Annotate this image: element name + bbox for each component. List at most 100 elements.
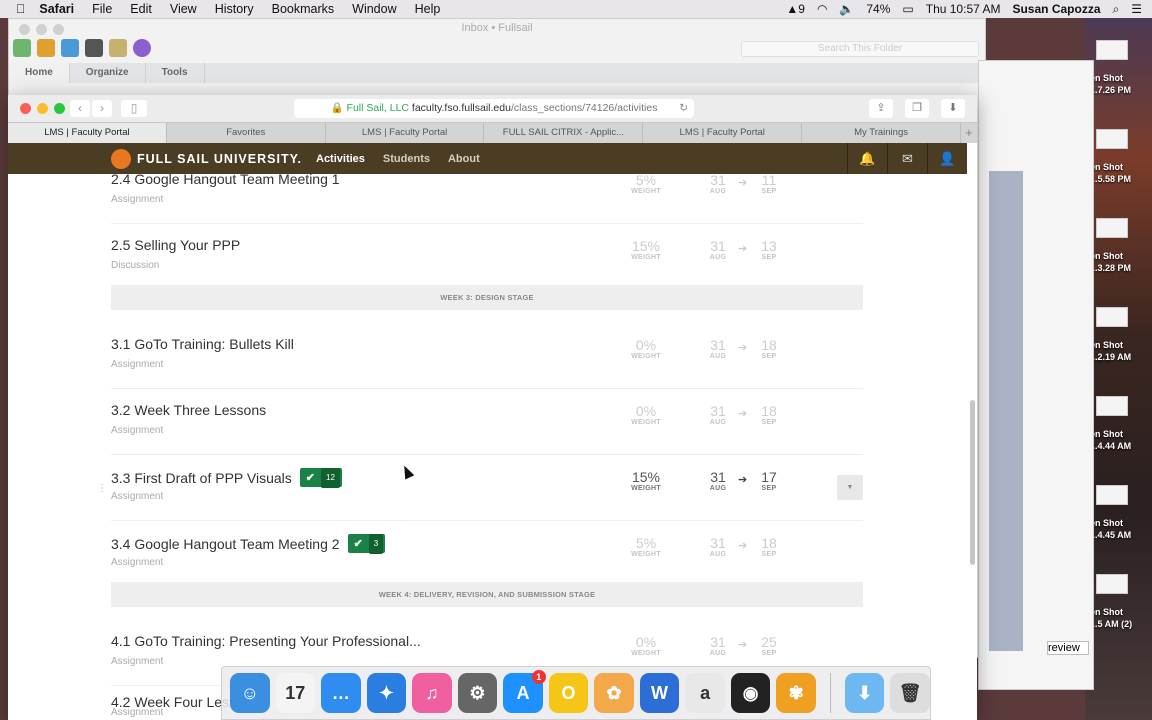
- minimize-window-button[interactable]: [37, 103, 48, 114]
- menu-window[interactable]: Window: [352, 2, 396, 16]
- notification-center-icon[interactable]: ☰: [1131, 2, 1142, 16]
- adobe-icon[interactable]: ▲9: [786, 2, 805, 16]
- browser-tab[interactable]: FULL SAIL CITRIX - Applic...: [484, 123, 644, 143]
- screenshot-thumbnail[interactable]: [1096, 218, 1128, 238]
- browser-tab[interactable]: My Trainings: [802, 123, 961, 143]
- dock-outlook[interactable]: O: [548, 673, 589, 713]
- apple-menu-icon[interactable]: : [16, 2, 25, 16]
- activity-title[interactable]: 3.4 Google Hangout Team Meeting 2: [111, 536, 340, 552]
- share-icon[interactable]: ⇪: [869, 99, 893, 118]
- screenshot-thumbnail[interactable]: [1096, 307, 1128, 327]
- address-bar[interactable]: 🔒 Full Sail, LLC faculty.fso.fullsail.ed…: [294, 99, 694, 118]
- dock-script-editor[interactable]: a: [685, 673, 725, 713]
- submissions-badge[interactable]: ✔ 12: [299, 467, 342, 488]
- browser-tab[interactable]: LMS | Faculty Portal: [8, 123, 167, 143]
- menu-edit[interactable]: Edit: [130, 2, 152, 16]
- undo-icon[interactable]: [37, 39, 55, 57]
- activity-row[interactable]: 3.2 Week Three Lessons Assignment 0% WEIGHT…: [111, 389, 863, 455]
- reload-icon[interactable]: ↻: [679, 99, 688, 118]
- clock[interactable]: Thu 10:57 AM: [926, 2, 1001, 16]
- redo-icon[interactable]: [61, 39, 79, 57]
- dock-app-store[interactable]: A1: [503, 670, 546, 713]
- new-tab-button[interactable]: +: [961, 123, 977, 143]
- browser-tab[interactable]: Favorites: [167, 123, 326, 143]
- outlook-tab-home[interactable]: Home: [9, 63, 70, 83]
- tabs-overview-icon[interactable]: ❐: [905, 99, 929, 118]
- activity-title[interactable]: 3.3 First Draft of PPP Visuals: [111, 470, 292, 486]
- screenshot-label[interactable]: en Shot ...5.58 PM: [1090, 161, 1152, 185]
- dock-word[interactable]: W: [639, 673, 680, 713]
- screenshot-thumbnail[interactable]: [1096, 129, 1128, 149]
- print-icon[interactable]: [85, 39, 103, 57]
- preview-button[interactable]: review: [1047, 641, 1089, 655]
- menu-view[interactable]: View: [170, 2, 197, 16]
- activity-title[interactable]: 2.5 Selling Your PPP: [111, 237, 240, 253]
- activity-row[interactable]: 2.5 Selling Your PPP Discussion 15% WEIGHT 3…: [111, 224, 863, 290]
- outlook-search-input[interactable]: Search This Folder: [741, 41, 979, 57]
- activity-title[interactable]: 3.1 GoTo Training: Bullets Kill: [111, 336, 294, 352]
- downloads-icon[interactable]: ⬇: [941, 99, 965, 118]
- activity-title[interactable]: 2.4 Google Hangout Team Meeting 1: [111, 174, 340, 187]
- activity-row[interactable]: 2.4 Google Hangout Team Meeting 1 Assignm…: [111, 174, 863, 224]
- volume-icon[interactable]: 🔈: [839, 2, 854, 16]
- activity-row[interactable]: 3.4 Google Hangout Team Meeting 2 ✔ 3 Assig…: [111, 521, 863, 587]
- page-scrollbar[interactable]: [970, 400, 975, 565]
- forward-button[interactable]: ›: [92, 100, 112, 117]
- user-name[interactable]: Susan Capozza: [1012, 2, 1100, 16]
- dock-siri[interactable]: ◉: [730, 673, 771, 713]
- fullsail-logo[interactable]: FULL SAIL UNIVERSITY.: [111, 149, 302, 169]
- dock-system-preferences[interactable]: ⚙: [457, 673, 498, 713]
- screenshot-thumbnail[interactable]: [1096, 574, 1128, 594]
- screenshot-label[interactable]: en Shot ...3.28 PM: [1090, 250, 1152, 274]
- send-receive-icon[interactable]: [13, 39, 31, 57]
- layout-icon[interactable]: [109, 39, 127, 57]
- back-button[interactable]: ‹: [70, 100, 90, 117]
- menu-app-name[interactable]: Safari: [39, 2, 74, 16]
- browser-tab[interactable]: LMS | Faculty Portal: [643, 123, 803, 143]
- outlook-tab-tools[interactable]: Tools: [146, 63, 205, 83]
- screenshot-thumbnail[interactable]: [1096, 485, 1128, 505]
- sidebar-toggle-icon[interactable]: ▯: [121, 100, 147, 117]
- activity-title[interactable]: 3.2 Week Three Lessons: [111, 402, 266, 418]
- nav-about[interactable]: About: [448, 153, 480, 165]
- user-profile-icon[interactable]: 👤: [927, 143, 967, 174]
- dock-calendar[interactable]: 17: [275, 673, 316, 713]
- row-actions-dropdown[interactable]: ▼: [837, 475, 863, 500]
- browser-tab[interactable]: LMS | Faculty Portal: [326, 123, 485, 143]
- help-icon[interactable]: [133, 39, 151, 57]
- dock-photos[interactable]: ✿: [594, 673, 634, 713]
- dock-flower-app[interactable]: ✾: [776, 673, 816, 713]
- nav-students[interactable]: Students: [383, 153, 430, 165]
- screenshot-label[interactable]: en Shot ...7.26 PM: [1090, 72, 1152, 96]
- zoom-window-button[interactable]: [54, 103, 65, 114]
- screenshot-label[interactable]: en Shot ...4.44 AM: [1090, 428, 1152, 452]
- screenshot-label[interactable]: en Shot ...4.45 AM: [1090, 517, 1152, 541]
- menu-file[interactable]: File: [92, 2, 112, 16]
- dock-messages[interactable]: …: [321, 673, 361, 713]
- menu-history[interactable]: History: [215, 2, 254, 16]
- menu-bookmarks[interactable]: Bookmarks: [272, 2, 335, 16]
- activity-title[interactable]: 4.1 GoTo Training: Presenting Your Profe…: [111, 633, 421, 649]
- dock-finder[interactable]: ☺: [230, 673, 270, 713]
- messages-envelope-icon[interactable]: ✉: [887, 143, 927, 174]
- dock-downloads[interactable]: ⬇: [844, 673, 885, 713]
- wifi-icon[interactable]: ◠: [817, 2, 827, 16]
- close-window-button[interactable]: [20, 103, 31, 114]
- spotlight-icon[interactable]: ⌕: [1113, 2, 1120, 17]
- outlook-tab-organize[interactable]: Organize: [70, 63, 146, 83]
- activity-row[interactable]: 3.3 First Draft of PPP Visuals ✔ 12 Assignm…: [97, 455, 863, 521]
- notifications-bell-icon[interactable]: 🔔: [847, 143, 887, 174]
- dock-safari[interactable]: ✦: [366, 673, 407, 713]
- menu-help[interactable]: Help: [415, 2, 441, 16]
- nav-activities[interactable]: Activities: [316, 153, 365, 165]
- activity-row[interactable]: 3.1 GoTo Training: Bullets Kill Assignmen…: [111, 323, 863, 389]
- dock-itunes[interactable]: ♫: [412, 673, 452, 713]
- drag-handle-icon[interactable]: ⋮: [97, 483, 107, 494]
- screenshot-thumbnail[interactable]: [1096, 396, 1128, 416]
- submissions-badge[interactable]: ✔ 3: [347, 533, 386, 554]
- battery-percent[interactable]: 74%: [866, 2, 890, 16]
- screenshot-thumbnail[interactable]: [1096, 40, 1128, 60]
- dock-trash[interactable]: 🗑: [890, 673, 930, 713]
- screenshot-label[interactable]: en Shot ...5 AM (2): [1090, 606, 1152, 630]
- screenshot-label[interactable]: en Shot ...2.19 AM: [1090, 339, 1152, 363]
